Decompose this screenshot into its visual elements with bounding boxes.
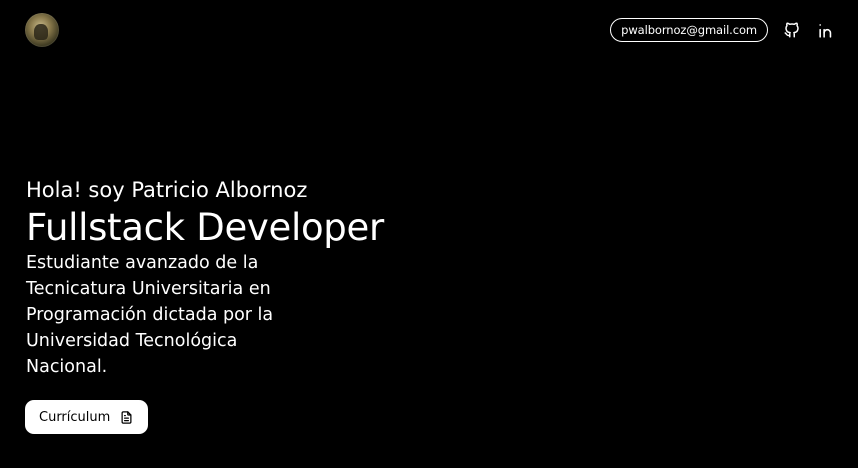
github-icon[interactable] [782,20,802,40]
avatar-figure [34,24,48,40]
email-link[interactable]: pwalbornoz@gmail.com [610,18,768,42]
hero-section: Hola! soy Patricio Albornoz Fullstack De… [26,176,446,380]
avatar [25,13,59,47]
description-text: Estudiante avanzado de la Tecnicatura Un… [26,253,274,377]
linkedin-icon[interactable] [816,20,836,40]
curriculum-button-label: Currículum [39,409,111,425]
document-icon [119,409,134,426]
greeting-text: Hola! soy Patricio Albornoz [26,178,308,202]
curriculum-button[interactable]: Currículum [25,400,149,434]
role-title: Fullstack Developer [26,206,384,249]
portfolio-page: pwalbornoz@gmail.com Hola! soy Patricio … [0,0,858,468]
header-actions: pwalbornoz@gmail.com [610,18,836,42]
